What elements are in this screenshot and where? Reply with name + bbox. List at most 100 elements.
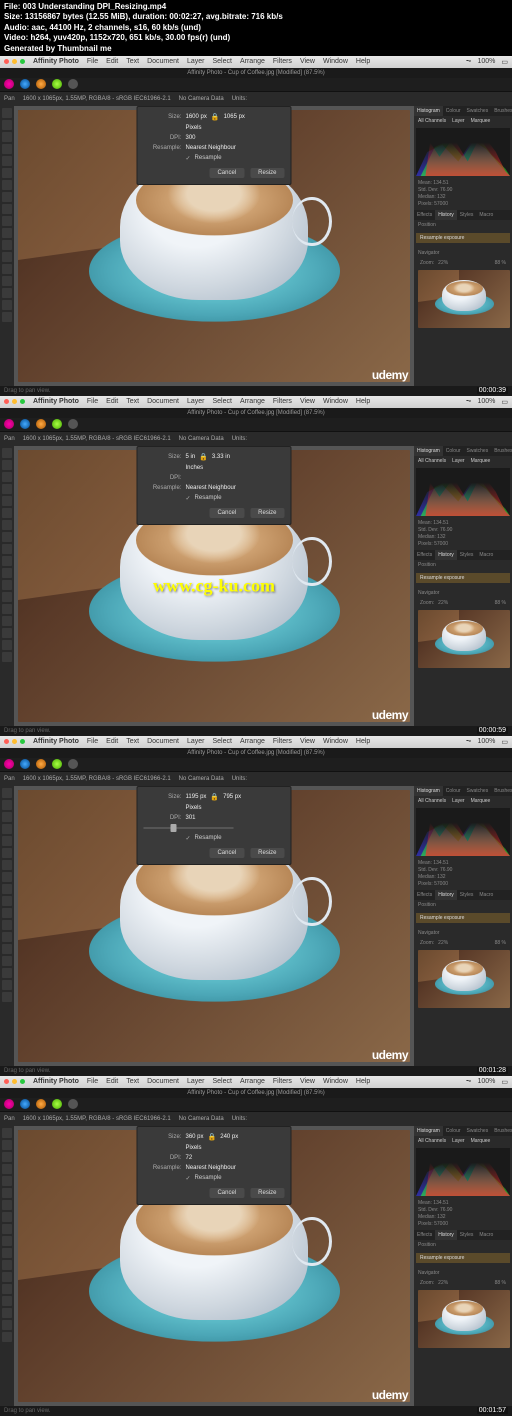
menu-text[interactable]: Text xyxy=(126,58,139,65)
hand-tool[interactable] xyxy=(2,460,12,470)
blur-tool[interactable] xyxy=(2,872,12,882)
tab-effects[interactable]: Effects xyxy=(414,210,435,220)
healing-tool[interactable] xyxy=(2,520,12,530)
tab-history[interactable]: History xyxy=(435,1230,457,1240)
tab-swatches[interactable]: Swatches xyxy=(464,786,492,796)
brush-tool[interactable] xyxy=(2,836,12,846)
photo-persona-icon[interactable] xyxy=(4,759,14,769)
canvas[interactable]: Size: 1195 px 🔒 795 px Pixels DPI: 301 xyxy=(14,786,414,1066)
menu-select[interactable]: Select xyxy=(213,58,232,65)
tab-histogram[interactable]: Histogram xyxy=(414,1126,443,1136)
navigator-thumbnail[interactable] xyxy=(418,270,510,328)
zoom-tool[interactable] xyxy=(2,264,12,274)
dpi-slider[interactable] xyxy=(144,827,234,829)
width-value[interactable]: 1600 px xyxy=(186,114,207,120)
maximize-window-icon[interactable] xyxy=(20,399,25,404)
menu-view[interactable]: View xyxy=(300,738,315,745)
picker-tool[interactable] xyxy=(2,1296,12,1306)
export-persona-icon[interactable] xyxy=(68,419,78,429)
crop-tool[interactable] xyxy=(2,132,12,142)
photo-persona-icon[interactable] xyxy=(4,419,14,429)
menu-text[interactable]: Text xyxy=(126,398,139,405)
tab-brushes[interactable]: Brushes xyxy=(491,446,512,456)
liquify-persona-icon[interactable] xyxy=(20,1099,30,1109)
wifi-icon[interactable]: ⏦ xyxy=(466,398,472,406)
crop-tool[interactable] xyxy=(2,1152,12,1162)
picker-tool[interactable] xyxy=(2,956,12,966)
menu-file[interactable]: File xyxy=(87,738,98,745)
tab-styles[interactable]: Styles xyxy=(457,210,477,220)
tab-colour[interactable]: Colour xyxy=(443,446,464,456)
menu-help[interactable]: Help xyxy=(356,58,370,65)
menu-arrange[interactable]: Arrange xyxy=(240,738,265,745)
pen-tool[interactable] xyxy=(2,568,12,578)
dpi-value[interactable]: 300 xyxy=(186,135,196,141)
tab-brushes[interactable]: Brushes xyxy=(491,106,512,116)
text-tool[interactable] xyxy=(2,1236,12,1246)
tab-swatches[interactable]: Swatches xyxy=(464,1126,492,1136)
eraser-tool[interactable] xyxy=(2,1308,12,1318)
resize-button[interactable]: Resize xyxy=(250,168,284,178)
cancel-button[interactable]: Cancel xyxy=(209,1188,244,1198)
minimize-window-icon[interactable] xyxy=(12,399,17,404)
channels-dropdown[interactable]: All Channels xyxy=(418,458,446,464)
hand-tool[interactable] xyxy=(2,120,12,130)
develop-persona-icon[interactable] xyxy=(36,419,46,429)
width-value[interactable]: 360 px xyxy=(186,1134,204,1140)
app-name[interactable]: Affinity Photo xyxy=(33,398,79,405)
develop-persona-icon[interactable] xyxy=(36,1099,46,1109)
width-value[interactable]: 5 in xyxy=(186,454,196,460)
maximize-window-icon[interactable] xyxy=(20,1079,25,1084)
resize-button[interactable]: Resize xyxy=(250,508,284,518)
gradient-tool[interactable] xyxy=(2,252,12,262)
liquify-persona-icon[interactable] xyxy=(20,759,30,769)
text-tool[interactable] xyxy=(2,216,12,226)
menu-filters[interactable]: Filters xyxy=(273,738,292,745)
pen-tool[interactable] xyxy=(2,908,12,918)
selection-tool[interactable] xyxy=(2,484,12,494)
menu-layer[interactable]: Layer xyxy=(187,738,205,745)
eraser-tool[interactable] xyxy=(2,288,12,298)
menu-select[interactable]: Select xyxy=(213,398,232,405)
menu-layer[interactable]: Layer xyxy=(187,58,205,65)
tone-persona-icon[interactable] xyxy=(52,79,62,89)
tab-macro[interactable]: Macro xyxy=(476,890,496,900)
close-window-icon[interactable] xyxy=(4,399,9,404)
shape-tool[interactable] xyxy=(2,920,12,930)
lock-icon[interactable]: 🔒 xyxy=(208,1133,217,1141)
minimize-window-icon[interactable] xyxy=(12,59,17,64)
wifi-icon[interactable]: ⏦ xyxy=(466,58,472,66)
tab-colour[interactable]: Colour xyxy=(443,786,464,796)
clone-tool[interactable] xyxy=(2,848,12,858)
tab-histogram[interactable]: Histogram xyxy=(414,106,443,116)
picker-tool[interactable] xyxy=(2,276,12,286)
picker-tool[interactable] xyxy=(2,616,12,626)
menu-window[interactable]: Window xyxy=(323,738,348,745)
brush-tool[interactable] xyxy=(2,496,12,506)
photo-persona-icon[interactable] xyxy=(4,1099,14,1109)
cancel-button[interactable]: Cancel xyxy=(209,848,244,858)
close-window-icon[interactable] xyxy=(4,1079,9,1084)
shape-tool[interactable] xyxy=(2,240,12,250)
export-persona-icon[interactable] xyxy=(68,1099,78,1109)
marquee-toggle[interactable]: Marquee xyxy=(471,118,491,124)
shape-tool[interactable] xyxy=(2,1260,12,1270)
resize-button[interactable]: Resize xyxy=(250,1188,284,1198)
tab-effects[interactable]: Effects xyxy=(414,890,435,900)
gradient-tool[interactable] xyxy=(2,592,12,602)
lock-icon[interactable]: 🔒 xyxy=(210,793,219,801)
units-value[interactable]: Pixels xyxy=(186,1145,202,1151)
resize-button[interactable]: Resize xyxy=(250,848,284,858)
resample-value[interactable]: Nearest Neighbour xyxy=(186,485,236,491)
units-value[interactable]: Pixels xyxy=(186,805,202,811)
height-value[interactable]: 240 px xyxy=(220,1134,238,1140)
maximize-window-icon[interactable] xyxy=(20,739,25,744)
channels-dropdown[interactable]: All Channels xyxy=(418,798,446,804)
export-persona-icon[interactable] xyxy=(68,759,78,769)
layer-toggle[interactable]: Layer xyxy=(452,118,465,124)
tone-persona-icon[interactable] xyxy=(52,419,62,429)
tab-effects[interactable]: Effects xyxy=(414,1230,435,1240)
resample-checkbox[interactable]: ✓ xyxy=(186,495,191,502)
cancel-button[interactable]: Cancel xyxy=(209,508,244,518)
gradient-tool[interactable] xyxy=(2,1272,12,1282)
